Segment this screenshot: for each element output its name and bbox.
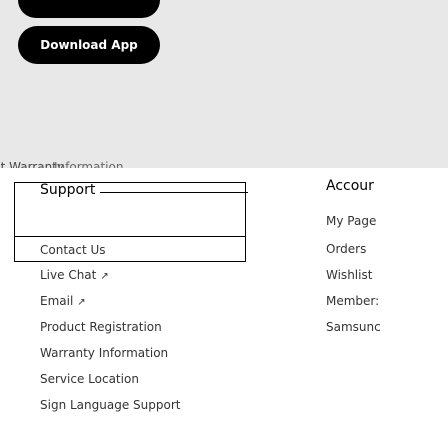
samsung-account-link[interactable]: Samsunc	[326, 320, 381, 334]
support-title: Support	[40, 182, 96, 198]
contact-us-link[interactable]: Contact Us	[40, 243, 106, 257]
sign-language-support-link[interactable]: Sign Language Support	[40, 398, 180, 412]
service-location-link[interactable]: Service Location	[40, 372, 139, 386]
live-chat-link[interactable]: Live Chat ↗	[40, 268, 109, 282]
support-separator	[14, 236, 246, 237]
contact-us-label: Contact Us	[40, 243, 106, 257]
account-title: Accour	[326, 178, 374, 194]
my-page-link[interactable]: My Page	[326, 214, 376, 228]
orders-link[interactable]: Orders	[326, 242, 366, 256]
product-registration-label: Product Registration	[40, 320, 162, 334]
warranty-information-label: Warranty Information	[40, 346, 169, 360]
warranty-information-link[interactable]: Warranty Information	[40, 346, 168, 360]
external-link-icon: ↗	[77, 297, 86, 308]
email-link[interactable]: Email ↗	[40, 294, 86, 308]
top-stripe	[18, 0, 160, 18]
sign-language-support-label: Sign Language Support	[40, 398, 181, 412]
wishlist-link[interactable]: Wishlist	[326, 268, 372, 282]
membership-link[interactable]: Member:	[326, 294, 379, 308]
email-label: Email	[40, 294, 74, 308]
live-chat-label: Live Chat	[40, 268, 97, 282]
download-app-button[interactable]: Download App	[18, 26, 160, 64]
service-location-label: Service Location	[40, 372, 139, 386]
support-title-line	[100, 192, 248, 193]
product-registration-link[interactable]: Product Registration	[40, 320, 162, 334]
external-link-icon: ↗	[100, 271, 109, 282]
